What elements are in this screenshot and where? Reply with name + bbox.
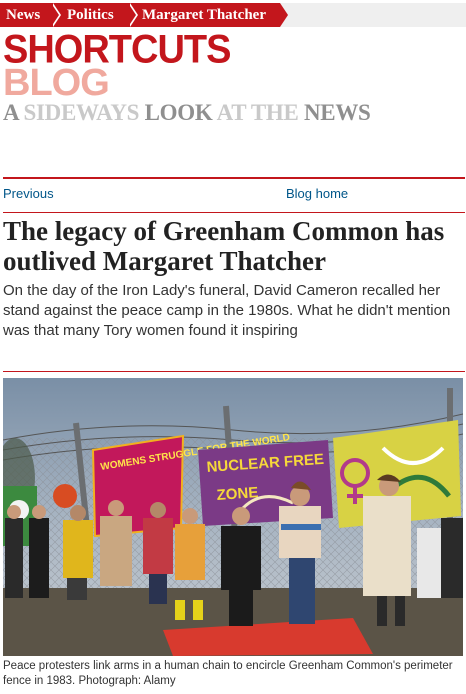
blog-home-link[interactable]: Blog home (286, 186, 348, 201)
previous-link[interactable]: Previous (3, 186, 54, 201)
divider (3, 177, 465, 179)
tagline-look: LOOK (144, 100, 213, 125)
divider (3, 371, 465, 372)
tagline-sideways: SIDEWAYS (23, 100, 140, 125)
breadcrumb-margaret-thatcher[interactable]: Margaret Thatcher (130, 3, 280, 27)
breadcrumb: News Politics Margaret Thatcher (0, 3, 466, 27)
article-standfirst: On the day of the Iron Lady's funeral, D… (3, 282, 451, 339)
breadcrumb-news[interactable]: News (0, 3, 56, 27)
article-photo: WOMENS STRUGGLE FOR THE WORLD NUCLEAR FR… (3, 378, 463, 656)
tagline-news: NEWS (304, 100, 371, 125)
blog-subtitle: BLOG (3, 62, 110, 104)
photo-caption: Peace protesters link arms in a human ch… (3, 660, 453, 687)
article-headline: The legacy of Greenham Common has outliv… (3, 216, 445, 276)
breadcrumb-chevron-icon (280, 3, 288, 27)
tagline-at-the: AT THE (216, 100, 299, 125)
tagline-a: A (3, 100, 19, 125)
divider (3, 212, 465, 213)
breadcrumb-politics[interactable]: Politics (53, 3, 133, 27)
breadcrumb-chevron-icon (51, 3, 59, 27)
blog-tagline: A SIDEWAYS LOOK AT THE NEWS (3, 100, 371, 126)
breadcrumb-chevron-icon (128, 3, 136, 27)
